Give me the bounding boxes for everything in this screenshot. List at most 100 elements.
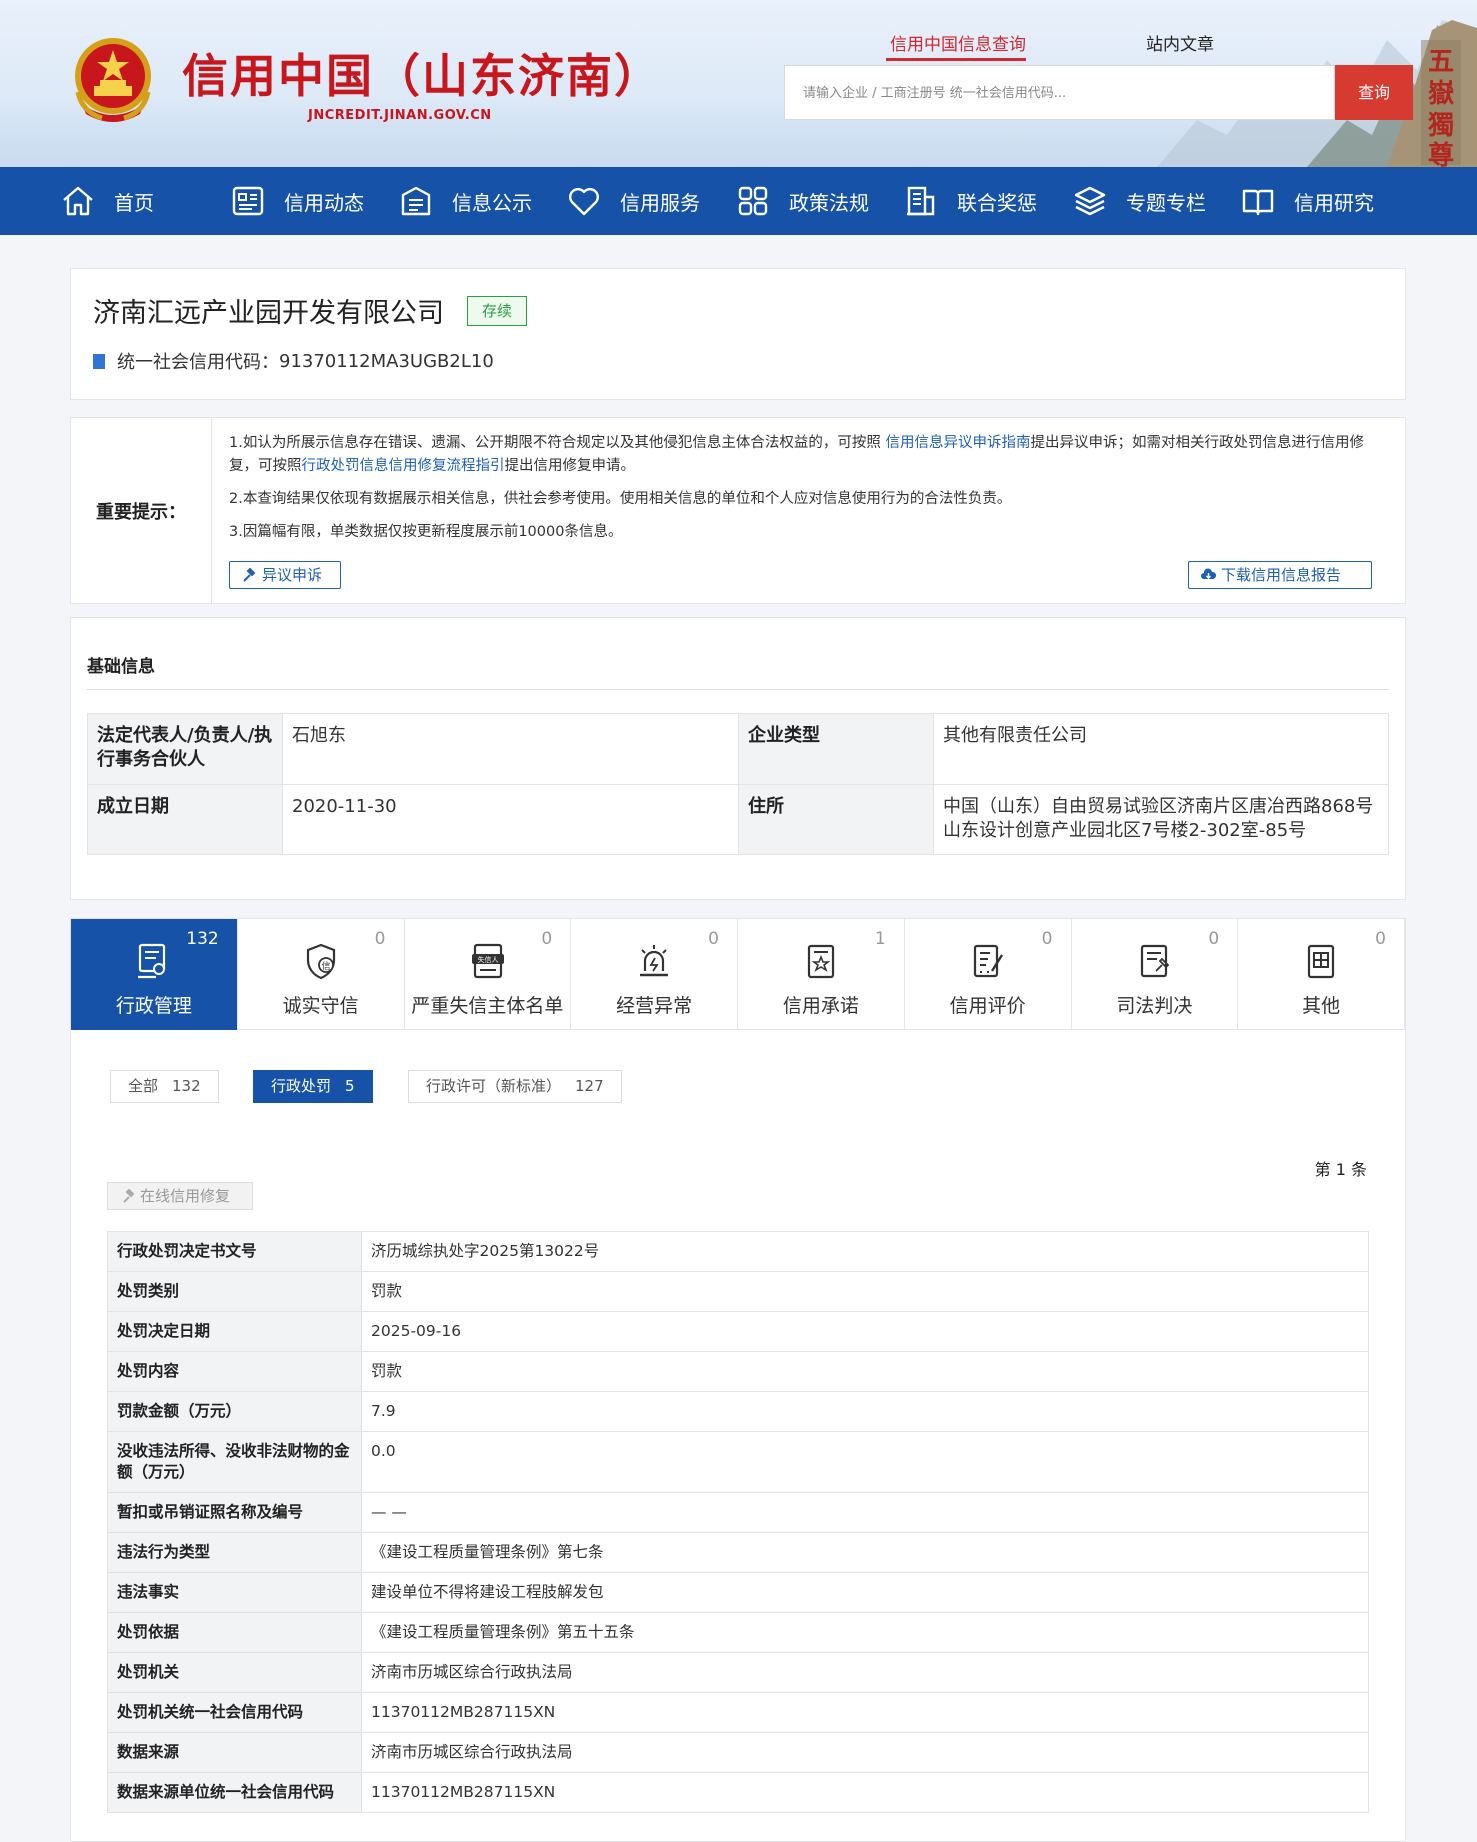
nav-item-credit-news[interactable]: 信用动态	[230, 167, 398, 235]
tab-credit-commitment[interactable]: 1 信用承诺	[738, 919, 905, 1031]
table-row: 违法事实 建设单位不得将建设工程肢解发包	[107, 1572, 1369, 1613]
nav-item-special-topics[interactable]: 专题专栏	[1072, 167, 1240, 235]
nav-item-credit-service[interactable]: 信用服务	[566, 167, 735, 235]
section-title: 基础信息	[87, 657, 155, 677]
field-label: 成立日期	[87, 784, 283, 855]
national-emblem-icon	[75, 38, 151, 122]
site-header: 五 嶽 獨 尊 信用中国（山东济南） JNCREDIT.JINAN.GOV.CN…	[0, 0, 1477, 167]
filter-all[interactable]: 全部 132	[110, 1070, 219, 1103]
table-row: 违法行为类型 《建设工程质量管理条例》第七条	[107, 1532, 1369, 1573]
repair-guide-link[interactable]: 行政处罚信息信用修复流程指引	[302, 458, 505, 474]
hammer-icon	[123, 1189, 135, 1203]
field-label: 数据来源	[107, 1732, 362, 1773]
search-input[interactable]: 请输入企业 / 工商注册号 统一社会信用代码...	[784, 65, 1335, 120]
active-tab-indicator	[886, 58, 1026, 61]
record-panel: 全部 132 行政处罚 5 行政许可（新标准） 127 第 1 条 在线信用修复 行政…	[70, 1030, 1406, 1842]
cloud-download-icon	[1201, 568, 1216, 579]
bulletin-icon	[401, 186, 431, 216]
filter-count: 127	[575, 1077, 604, 1095]
tab-count: 0	[541, 929, 553, 949]
judgment-icon	[1140, 944, 1169, 978]
news-icon	[232, 186, 264, 216]
field-label: 处罚机关统一社会信用代码	[107, 1692, 362, 1733]
filter-administrative-license[interactable]: 行政许可（新标准） 127	[408, 1070, 622, 1103]
notice-text-segment: 提出信用修复申请。	[504, 458, 636, 474]
tab-count: 0	[1375, 929, 1386, 949]
field-value: 2020-11-30	[282, 784, 739, 855]
tab-business-abnormal[interactable]: 0 经营异常	[571, 919, 738, 1031]
tab-judicial-decision[interactable]: 0 司法判决	[1072, 919, 1239, 1031]
nav-item-policy[interactable]: 政策法规	[735, 167, 903, 235]
table-row: 没收违法所得、没收非法财物的金额（万元） 0.0	[107, 1431, 1369, 1493]
nav-item-home[interactable]: 首页	[60, 167, 230, 235]
filter-label: 行政处罚	[271, 1077, 332, 1095]
field-value: 济历城综执处字2025第13022号	[361, 1231, 1369, 1272]
tab-integrity[interactable]: 0 信 诚实守信	[238, 919, 405, 1031]
field-value: 建设单位不得将建设工程肢解发包	[361, 1572, 1369, 1613]
field-label: 处罚依据	[107, 1612, 362, 1653]
basic-info-table: 法定代表人/负责人/执行事务合伙人 石旭东 企业类型 其他有限责任公司 成立日期…	[87, 713, 1389, 855]
nav-item-rewards-penalties[interactable]: 联合奖惩	[903, 167, 1072, 235]
field-label: 处罚机关	[107, 1652, 362, 1693]
search-button[interactable]: 查询	[1335, 65, 1413, 120]
appeal-guide-link[interactable]: 信用信息异议申诉指南	[885, 435, 1030, 451]
field-label: 违法事实	[107, 1572, 362, 1613]
notice-text: 1.如认为所展示信息存在错误、遗漏、公开期限不符合规定以及其他侵犯信息主体合法权…	[229, 432, 1389, 554]
field-label: 数据来源单位统一社会信用代码	[107, 1772, 362, 1813]
search-tab-credit-query[interactable]: 信用中国信息查询	[890, 30, 1026, 55]
other-icon	[1308, 944, 1335, 979]
field-value: 济南市历城区综合行政执法局	[361, 1732, 1369, 1773]
field-value: 中国（山东）自由贸易试验区济南片区唐冶西路868号山东设计创意产业园北区7号楼2…	[933, 784, 1389, 855]
notice-line-3: 3.因篇幅有限，单类数据仅按更新程度展示前10000条信息。	[229, 524, 623, 540]
nav-item-credit-research[interactable]: 信用研究	[1240, 167, 1408, 235]
record-index: 第 1 条	[1314, 1160, 1367, 1179]
table-row: 处罚依据 《建设工程质量管理条例》第五十五条	[107, 1612, 1369, 1653]
field-label: 法定代表人/负责人/执行事务合伙人	[87, 713, 283, 785]
credit-code-row: 统一社会信用代码： 91370112MA3UGB2L10	[93, 348, 494, 374]
svg-text:嶽: 嶽	[1428, 79, 1454, 109]
tab-administrative-management[interactable]: 132 行政管理	[71, 919, 238, 1031]
table-row: 罚款金额（万元） 7.9	[107, 1391, 1369, 1432]
site-domain: JNCREDIT.JINAN.GOV.CN	[308, 108, 492, 123]
home-icon	[63, 186, 93, 216]
tab-count: 0	[1041, 929, 1053, 949]
filter-label: 行政许可（新标准）	[426, 1077, 562, 1095]
svg-text:獨: 獨	[1427, 111, 1454, 141]
field-value: 罚款	[361, 1351, 1369, 1392]
search-tab-site-articles[interactable]: 站内文章	[1146, 30, 1214, 55]
layers-icon	[1074, 186, 1106, 216]
filter-administrative-penalty[interactable]: 行政处罚 5	[253, 1070, 373, 1103]
nav-label: 信用动态	[284, 190, 364, 215]
appeal-button[interactable]: 异议申诉	[229, 561, 341, 589]
field-label: 没收违法所得、没收非法财物的金额（万元）	[107, 1431, 362, 1493]
nav-label: 信用服务	[620, 190, 700, 215]
tab-count: 132	[186, 929, 219, 949]
book-icon	[1242, 189, 1274, 216]
nav-label: 信用研究	[1294, 190, 1374, 215]
tab-other[interactable]: 0 其他	[1238, 919, 1405, 1031]
nav-label: 信息公示	[452, 190, 532, 215]
field-label: 暂扣或吊销证照名称及编号	[107, 1492, 362, 1533]
tab-label: 行政管理	[115, 995, 192, 1017]
tab-serious-dishonesty-list[interactable]: 0 失信人 严重失信主体名单	[405, 919, 572, 1031]
evaluation-icon	[973, 944, 1003, 978]
download-report-button[interactable]: 下载信用信息报告	[1188, 561, 1372, 589]
filter-count: 5	[345, 1077, 355, 1095]
field-label: 处罚决定日期	[107, 1311, 362, 1352]
credit-code-value: 91370112MA3UGB2L10	[279, 350, 494, 372]
record-body: 行政处罚决定书文号 济历城综执处字2025第13022号 处罚类别 罚款 处罚决定日期 2…	[107, 1231, 1369, 1813]
online-credit-repair-button[interactable]: 在线信用修复	[107, 1182, 253, 1210]
field-value: 2025-09-16	[361, 1311, 1369, 1352]
company-card: 济南汇远产业园开发有限公司 存续 统一社会信用代码： 91370112MA3UG…	[70, 268, 1406, 400]
nav-item-info-disclosure[interactable]: 信息公示	[398, 167, 566, 235]
table-row: 处罚类别 罚款	[107, 1271, 1369, 1312]
field-value: 11370112MB287115XN	[361, 1692, 1369, 1733]
appeal-button-label: 异议申诉	[262, 566, 323, 584]
table-row: 处罚机关统一社会信用代码 11370112MB287115XN	[107, 1692, 1369, 1733]
field-value: 济南市历城区综合行政执法局	[361, 1652, 1369, 1693]
tab-credit-evaluation[interactable]: 0 信用评价	[905, 919, 1072, 1031]
download-button-label: 下载信用信息报告	[1221, 566, 1342, 584]
shield-credit-icon: 信	[306, 943, 335, 980]
field-label: 企业类型	[738, 713, 934, 785]
tab-label: 司法判决	[1116, 995, 1193, 1017]
